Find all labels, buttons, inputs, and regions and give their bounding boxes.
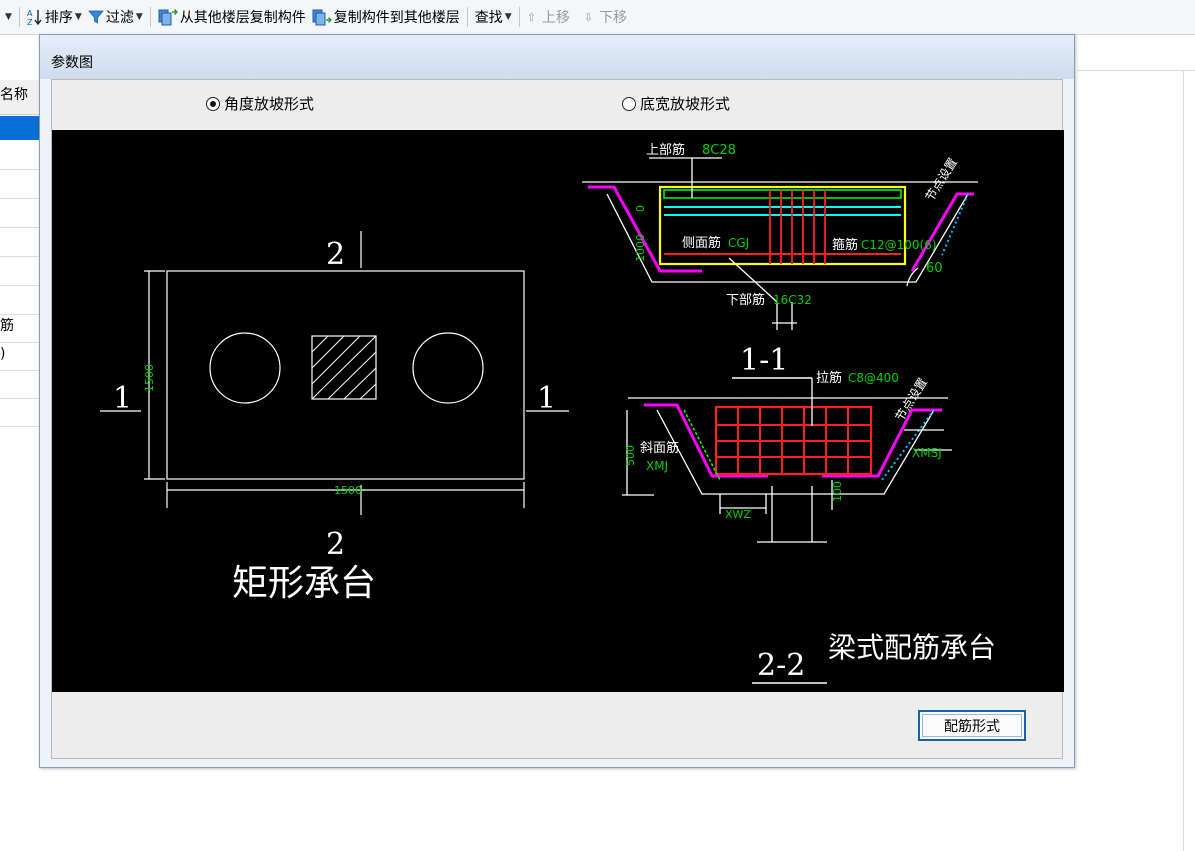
filter-label: 过滤 (105, 10, 134, 26)
property-pane (1077, 35, 1195, 851)
filter-funnel-icon (87, 10, 104, 24)
section-1-1-title: 1-1 (740, 343, 788, 378)
copy-from-floor-icon (158, 8, 178, 26)
plan-section-mark-1-right: 1 (537, 381, 556, 416)
move-up-label: 上移 (541, 10, 570, 26)
filter-button[interactable]: 过滤 ▼ (85, 5, 146, 29)
list-item[interactable] (0, 228, 40, 257)
copy-from-floor-button[interactable]: 从其他楼层复制构件 (155, 5, 309, 29)
copy-from-floor-label: 从其他楼层复制构件 (179, 10, 306, 26)
pile-circle-left (209, 332, 281, 404)
pile-cap-outline (166, 270, 525, 480)
rebar-form-button-label: 配筋形式 (944, 718, 1000, 735)
toolbar-separator (518, 7, 520, 27)
copy-to-floor-button[interactable]: 复制构件到其他楼层 (309, 5, 463, 29)
radio-unselected-icon (622, 96, 636, 111)
toolbar-separator (466, 7, 468, 27)
section-1-1-side-bar-value: CGJ (728, 236, 749, 250)
chevron-down-icon: ▼ (74, 12, 82, 22)
list-item[interactable] (0, 398, 40, 427)
find-button[interactable]: 查找 ▼ (472, 5, 515, 29)
section-2-2-inner-dim: 100 (831, 481, 844, 502)
radio-bottom-width-slope-label: 底宽放坡形式 (640, 95, 731, 113)
section-1-1-stirrups (769, 190, 826, 264)
section-2-2-height-dim: 500 (624, 445, 637, 466)
svg-text:Z: Z (27, 18, 33, 26)
list-item[interactable] (0, 199, 40, 228)
toolbar-separator (18, 7, 20, 27)
plan-view (100, 231, 569, 515)
sort-button[interactable]: A Z 排序 ▼ (24, 5, 85, 29)
arrow-up-icon: ⇧ (526, 10, 536, 24)
column-header-name[interactable]: 名称 (0, 80, 40, 115)
parameter-drawing-canvas: 2 2 1 1 1500 1500 矩形承台 上部筋 8C28 侧面筋 CGJ … (52, 130, 1064, 692)
arrow-down-icon: ⇩ (583, 10, 594, 24)
parameter-diagram-dialog: 参数图 角度放坡形式 底宽放坡形式 2 2 1 1 1500 1500 矩形承台… (39, 34, 1075, 768)
move-up-button[interactable]: ⇧ 上移 (524, 5, 573, 29)
toolbar: ▼ A Z 排序 ▼ 过滤 ▼ 从其他楼层复制构件 复制构件到其他楼层 查找 ▼… (0, 0, 1195, 35)
list-item[interactable] (0, 170, 40, 199)
section-1-1-top-bar-value: 8C28 (702, 143, 736, 158)
find-label: 查找 (474, 10, 503, 26)
copy-to-floor-icon (312, 9, 332, 26)
radio-angle-slope[interactable]: 角度放坡形式 (206, 93, 314, 114)
copy-to-floor-label: 复制构件到其他楼层 (333, 10, 460, 26)
radio-angle-slope-label: 角度放坡形式 (224, 95, 315, 113)
section-1-1-dim-top: 0 (634, 205, 647, 212)
rebar-form-button[interactable]: 配筋形式 (918, 710, 1026, 741)
plan-height-dimension: 1500 (143, 364, 156, 392)
section-1-1-side-bar-label: 侧面筋 (682, 235, 721, 251)
section-1-1-dim-height: 1000 (634, 234, 647, 262)
dialog-title-bar[interactable]: 参数图 (40, 35, 1074, 79)
plan-section-mark-2-bottom: 2 (326, 527, 345, 562)
svg-text:A: A (27, 9, 33, 18)
section-1-1-stirrup-value: C12@100(6) (861, 238, 937, 252)
section-2-2-right-code: XMSJ (912, 446, 942, 460)
section-2-2-caption: 梁式配筋承台 (828, 631, 996, 664)
plan-section-mark-1-left: 1 (113, 381, 132, 416)
plan-caption: 矩形承台 (232, 563, 376, 604)
list-item[interactable] (0, 141, 40, 170)
radio-bottom-width-slope[interactable]: 底宽放坡形式 (622, 93, 730, 114)
section-1-1-angle: 60 (926, 261, 943, 276)
list-item[interactable] (0, 370, 40, 399)
list-item[interactable]: ) (0, 342, 40, 371)
property-pane-divider (1077, 70, 1195, 71)
list-item[interactable] (0, 286, 40, 315)
column-hatching (311, 335, 377, 400)
selected-row[interactable] (0, 116, 40, 140)
plan-width-dimension: 1500 (334, 484, 362, 497)
plan-section-mark-2-top: 2 (326, 237, 345, 272)
section-2-2-title: 2-2 (757, 648, 805, 683)
radio-selected-icon (206, 96, 220, 111)
section-1-1-top-bar-label: 上部筋 (646, 142, 685, 158)
section-1-1-top-bar (663, 189, 902, 199)
chevron-down-icon: ▼ (135, 12, 143, 22)
toolbar-separator (149, 7, 151, 27)
chevron-down-icon: ▼ (504, 12, 512, 22)
sort-label: 排序 (44, 10, 73, 26)
pile-cap-drawing: 2 2 1 1 1500 1500 矩形承台 上部筋 8C28 侧面筋 CGJ … (100, 142, 996, 684)
section-2-2-bottom-code: XWZ (725, 508, 751, 521)
list-item[interactable] (0, 257, 40, 286)
move-down-button[interactable]: ⇩ 下移 (581, 5, 630, 29)
section-1-1-bottom-bar-value: 16C32 (773, 293, 812, 307)
section-2-2-tie-bar-value: C8@400 (848, 371, 899, 385)
section-2-2-tie-bar-label: 拉筋 (816, 370, 842, 386)
toolbar-dropdown-caret[interactable]: ▼ (0, 5, 15, 29)
section-1-1-bottom-bar-label: 下部筋 (726, 292, 765, 308)
section-2-2-slant-bar-label: 斜面筋 (640, 440, 679, 456)
property-pane-scrollbar[interactable] (1183, 70, 1184, 851)
dialog-title: 参数图 (51, 55, 93, 71)
sort-az-icon: A Z (27, 9, 42, 26)
pile-circle-right (412, 332, 484, 404)
section-2-2-rebar-grid (716, 407, 871, 474)
section-2-2-slant-bar-code: XMJ (646, 459, 668, 473)
section-1-1-stirrup-label: 箍筋 (832, 237, 858, 253)
list-item[interactable]: 筋 (0, 314, 40, 343)
slope-mode-radio-group: 角度放坡形式 底宽放坡形式 (52, 80, 1062, 130)
move-down-label: 下移 (599, 10, 628, 26)
dialog-body: 角度放坡形式 底宽放坡形式 2 2 1 1 1500 1500 矩形承台 上部筋… (51, 79, 1064, 759)
